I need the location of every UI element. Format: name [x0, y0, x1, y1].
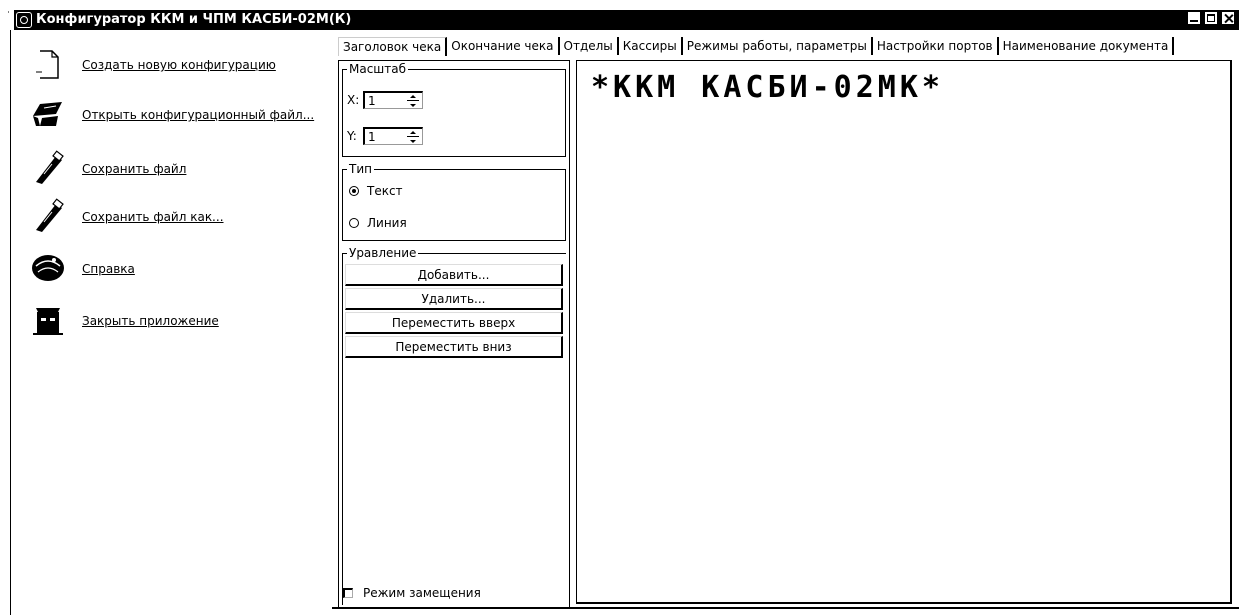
tab-strip: Заголовок чека Окончание чека Отделы Кас…: [338, 36, 1175, 56]
scale-x-spinner[interactable]: 1: [363, 91, 423, 109]
menu-item-new-config[interactable]: Создать новую конфигурацию: [26, 46, 316, 82]
app-icon[interactable]: [16, 12, 32, 28]
scale-x-row: X: 1: [347, 90, 423, 110]
maximize-icon[interactable]: [1204, 11, 1218, 25]
menu-item-open-config[interactable]: Открыть конфигурационный файл...: [26, 96, 316, 132]
replace-mode-checkbox[interactable]: [343, 588, 353, 598]
type-text-radio[interactable]: [349, 186, 359, 196]
menu-item-help[interactable]: Справка: [26, 250, 316, 286]
scale-legend: Масштаб: [347, 62, 409, 76]
move-down-button[interactable]: Переместить вниз: [345, 336, 563, 358]
move-up-button[interactable]: Переместить вверх: [345, 312, 563, 334]
menu-item-label: Открыть конфигурационный файл...: [82, 108, 315, 122]
scale-x-label: X:: [347, 93, 360, 107]
new-file-icon: [36, 50, 59, 79]
delete-button[interactable]: Удалить...: [345, 288, 563, 310]
left-panel-border: [10, 30, 11, 615]
type-line-label: Линия: [367, 216, 407, 230]
tab-receipt-header[interactable]: Заголовок чека: [338, 36, 448, 56]
open-folder-icon: [33, 102, 62, 126]
scale-y-spinner[interactable]: 1: [363, 127, 423, 145]
type-text-label: Текст: [367, 184, 403, 198]
type-group: Тип Текст Линия: [342, 162, 566, 241]
scale-group: Масштаб X: 1 Y: 1: [342, 62, 566, 157]
menu-item-save[interactable]: Сохранить файл: [26, 150, 316, 186]
save-as-usb-icon: [36, 198, 64, 232]
receipt-preview[interactable]: *ККМ КАСБИ-02МК*: [576, 60, 1232, 604]
menu-item-label: Создать новую конфигурацию: [82, 58, 276, 72]
add-button[interactable]: Добавить...: [345, 264, 563, 286]
window-title: Конфигуратор ККМ и ЧПМ КАСБИ-02М(К): [36, 12, 352, 27]
type-legend: Тип: [347, 162, 374, 176]
menu-item-save-as[interactable]: Сохранить файл как...: [26, 198, 316, 234]
menu-item-label: Сохранить файл: [82, 162, 187, 176]
menu-item-label: Справка: [82, 262, 135, 276]
tab-cashiers[interactable]: Кассиры: [619, 37, 683, 55]
tab-port-settings[interactable]: Настройки портов: [873, 37, 999, 55]
close-icon[interactable]: [1221, 11, 1235, 25]
tab-modes-parameters[interactable]: Режимы работы, параметры: [683, 37, 873, 55]
type-line-radio[interactable]: [349, 218, 359, 228]
menu-item-exit[interactable]: Закрыть приложение: [26, 302, 316, 338]
type-line-radio-row[interactable]: Линия: [349, 214, 407, 232]
spinner-arrows-icon[interactable]: [406, 94, 420, 108]
control-panel: Масштаб X: 1 Y: 1 Тип Текст Линия Уравле…: [338, 60, 570, 608]
bottom-divider: [332, 607, 1239, 609]
save-usb-icon: [36, 150, 64, 184]
spinner-arrows-icon[interactable]: [406, 130, 420, 144]
tab-document-name[interactable]: Наименование документа: [999, 37, 1175, 55]
menu-item-label: Закрыть приложение: [82, 314, 219, 328]
menu-item-label: Сохранить файл как...: [82, 210, 224, 224]
management-legend: Уравление: [347, 246, 419, 260]
window-controls: [1187, 11, 1235, 29]
scale-y-row: Y: 1: [347, 126, 423, 146]
exit-icon: [33, 308, 63, 335]
minimize-icon[interactable]: [1187, 11, 1201, 25]
help-book-icon: [32, 255, 64, 281]
type-text-radio-row[interactable]: Текст: [349, 182, 403, 200]
tab-receipt-footer[interactable]: Окончание чека: [447, 37, 560, 55]
scale-y-label: Y:: [347, 129, 357, 143]
replace-mode-label: Режим замещения: [363, 586, 481, 600]
scale-x-value: 1: [368, 94, 376, 108]
replace-mode-row[interactable]: Режим замещения: [343, 585, 481, 601]
tab-departments[interactable]: Отделы: [560, 37, 619, 55]
management-group: Уравление Добавить... Удалить... Перемес…: [342, 246, 566, 605]
receipt-header-line[interactable]: *ККМ КАСБИ-02МК*: [591, 71, 944, 105]
system-menu-mark: ˙: [6, 11, 11, 22]
title-bar: ˙ Конфигуратор ККМ и ЧПМ КАСБИ-02М(К): [0, 0, 1239, 30]
scale-y-value: 1: [368, 130, 376, 144]
